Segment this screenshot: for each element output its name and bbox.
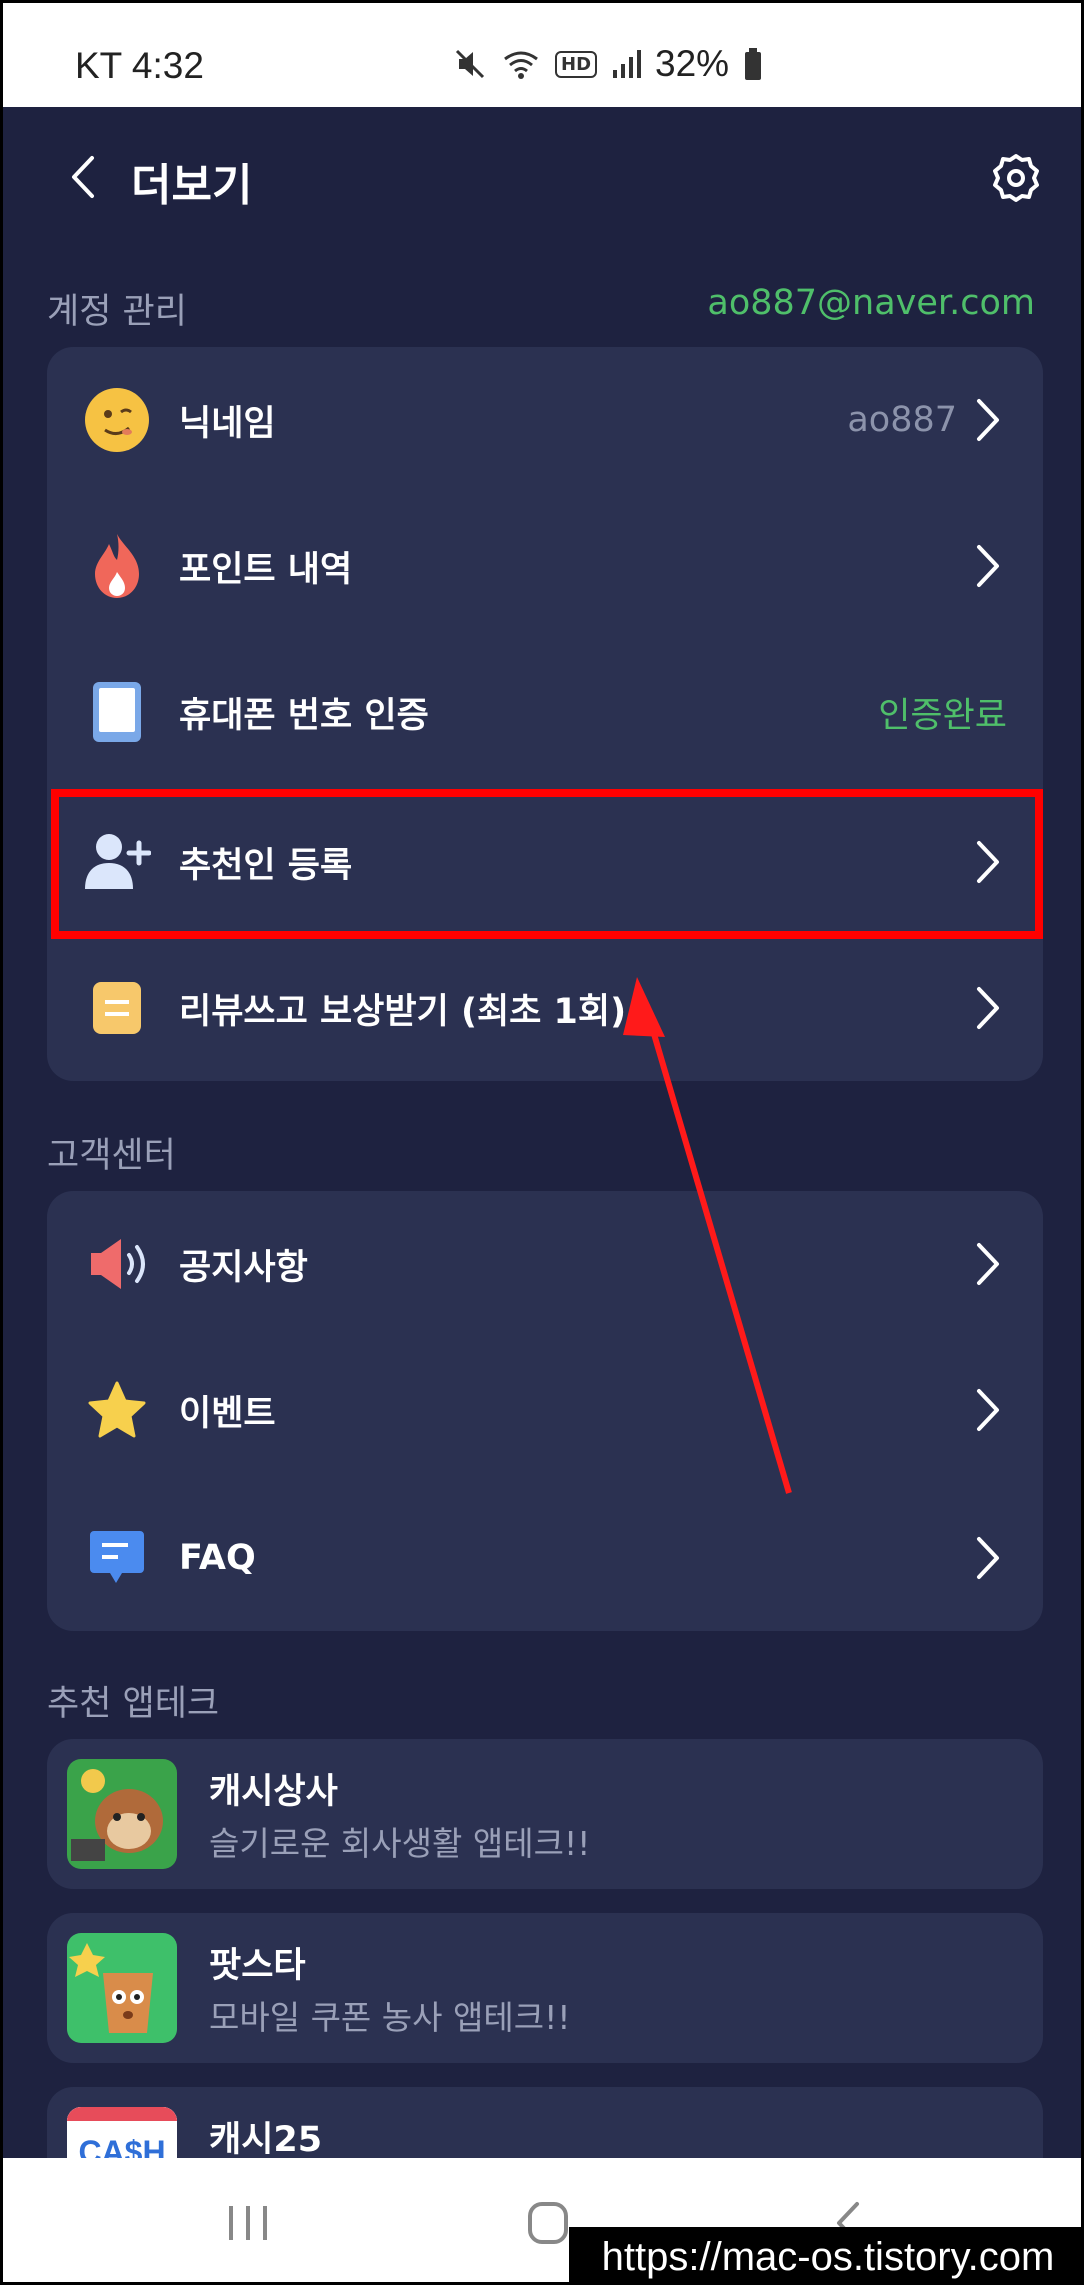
chevron-right-icon [977, 987, 999, 1029]
row-label: 이벤트 [179, 1393, 276, 1434]
row-notices[interactable]: 공지사항 [47, 1191, 1043, 1337]
app-card-cashsangsa[interactable]: 캐시상사 슬기로운 회사생활 앱테크!! [47, 1739, 1043, 1889]
row-label: 공지사항 [179, 1247, 308, 1288]
star-icon [81, 1374, 153, 1446]
note-icon [81, 972, 153, 1044]
back-button[interactable] [53, 147, 113, 207]
account-card: 닉네임 ao887 포인트 내역 휴대폰 번호 인증 인증완료 추천인 등록 리… [47, 347, 1043, 1081]
potstar-app-icon [67, 1933, 177, 2043]
row-label: 포인트 내역 [179, 549, 353, 590]
row-faq[interactable]: FAQ [47, 1485, 1043, 1631]
mute-icon [455, 49, 485, 79]
watermark: https://mac-os.tistory.com [569, 2227, 1081, 2282]
settings-button[interactable] [985, 147, 1047, 209]
row-label: 닉네임 [179, 403, 276, 444]
status-icons: HD 32% [453, 43, 763, 85]
flame-icon [81, 530, 153, 602]
row-events[interactable]: 이벤트 [47, 1337, 1043, 1483]
screen: KT 4:32 HD 32% 더보기 계정 관리 ao887@naver.com… [0, 0, 1084, 2285]
section-label-account: 계정 관리 [47, 292, 187, 332]
support-card: 공지사항 이벤트 FAQ [47, 1191, 1043, 1631]
section-label-apptech: 추천 앱테크 [47, 1684, 220, 1724]
app-name: 캐시25 [209, 2120, 323, 2160]
row-label: 리뷰쓰고 보상받기 (최초 1회) [179, 991, 627, 1032]
smiley-icon [81, 384, 153, 456]
row-nickname[interactable]: 닉네임 ao887 [47, 347, 1043, 493]
account-email: ao887@naver.com [707, 283, 1035, 323]
row-label: 휴대폰 번호 인증 [179, 695, 429, 736]
app-desc: 슬기로운 회사생활 앱테크!! [209, 1824, 591, 1863]
app-header: 더보기 [3, 107, 1081, 237]
app-desc: 모바일 쿠폰 농사 앱테크!! [209, 1998, 571, 2037]
row-label: FAQ [179, 1538, 256, 1578]
section-label-support: 고객센터 [47, 1136, 176, 1176]
chevron-right-icon [977, 1537, 999, 1579]
annotation-arrow [623, 977, 792, 1494]
chevron-right-icon [977, 399, 999, 441]
battery-percent: 32% [655, 43, 730, 84]
chevron-right-icon [977, 1389, 999, 1431]
row-phone-verify[interactable]: 휴대폰 번호 인증 인증완료 [47, 639, 1043, 785]
app-card-potstar[interactable]: 팟스타 모바일 쿠폰 농사 앱테크!! [47, 1913, 1043, 2063]
hd-icon: HD [555, 50, 598, 78]
status-bar: KT 4:32 HD 32% [3, 3, 1081, 107]
gear-icon [993, 154, 1039, 202]
wifi-icon [504, 51, 538, 79]
row-review-reward[interactable]: 리뷰쓰고 보상받기 (최초 1회) [47, 935, 1043, 1081]
row-points[interactable]: 포인트 내역 [47, 493, 1043, 639]
battery-icon [745, 48, 762, 80]
page-title: 더보기 [131, 160, 253, 211]
carrier-time: KT 4:32 [75, 45, 204, 86]
phone-icon [81, 676, 153, 748]
app-name: 캐시상사 [209, 1772, 338, 1812]
app-name: 팟스타 [209, 1946, 306, 1986]
chat-icon [81, 1522, 153, 1594]
highlight-box [51, 789, 1043, 939]
signal-icon [613, 50, 642, 78]
chevron-left-icon [72, 156, 94, 198]
chevron-right-icon [977, 545, 999, 587]
recent-apps-button[interactable] [213, 2198, 283, 2248]
verified-status: 인증완료 [878, 695, 1007, 736]
chevron-right-icon [977, 1243, 999, 1285]
cashsangsa-app-icon [67, 1759, 177, 1869]
nickname-value: ao887 [847, 400, 957, 440]
recent-apps-icon [229, 2206, 267, 2240]
megaphone-icon [81, 1228, 153, 1300]
